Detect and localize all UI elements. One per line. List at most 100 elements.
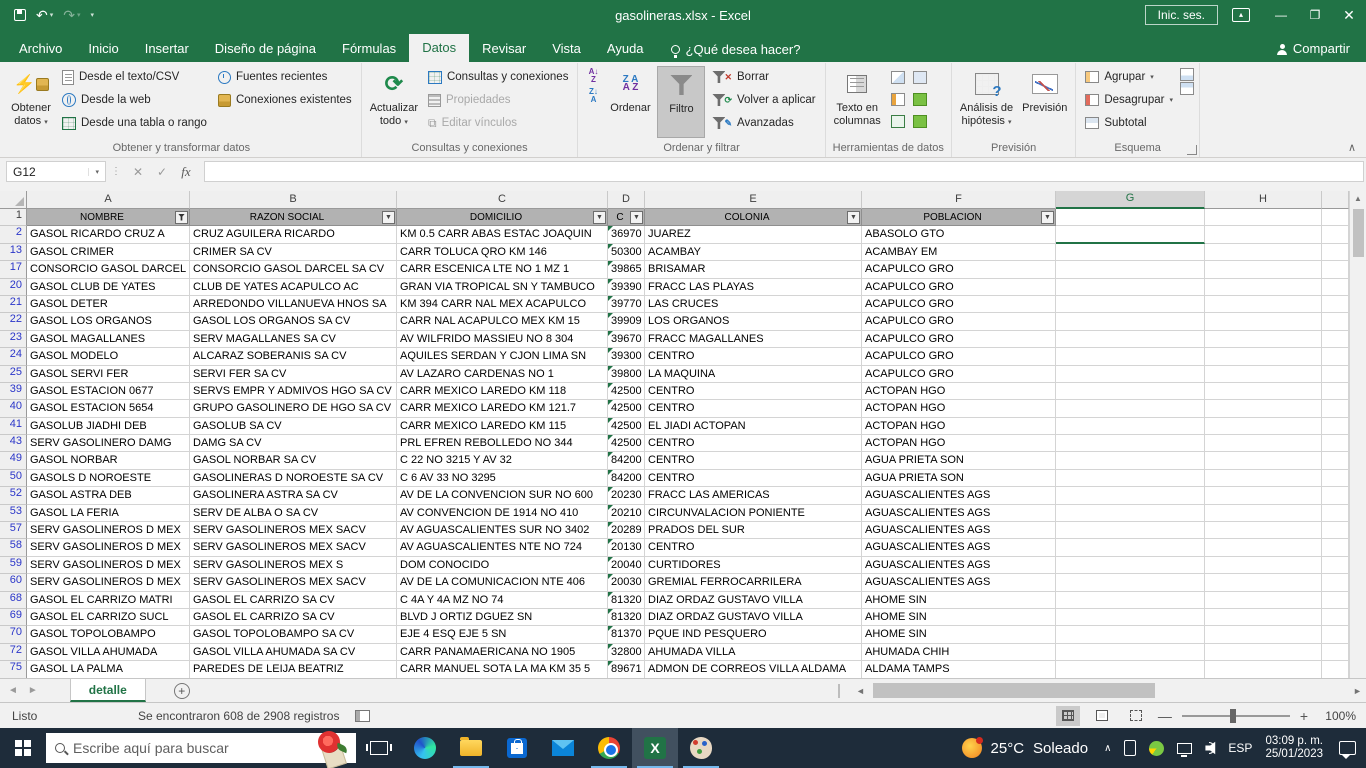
cell[interactable]: SERV GASOLINEROS D MEX [27, 574, 190, 592]
connect-device-icon[interactable] [1124, 740, 1137, 756]
cell[interactable]: GASOL TOPOLOBAMPO SA CV [190, 626, 397, 644]
ungroup-button[interactable]: Desagrupar ▾ [1081, 89, 1177, 111]
filter-dropdown-button[interactable]: ▼ [630, 210, 643, 224]
filter-header-POBLACION[interactable]: POBLACION ▼ [862, 209, 1056, 227]
cell[interactable] [1322, 643, 1349, 662]
cell[interactable]: 42500 [608, 400, 645, 418]
cell[interactable]: 36970 [608, 226, 645, 244]
cell[interactable] [1056, 574, 1205, 592]
cell[interactable]: PAREDES DE LEIJA BEATRIZ [190, 661, 397, 678]
cell[interactable]: GASOL CLUB DE YATES [27, 278, 190, 296]
cell[interactable]: ACAPULCO GRO [862, 313, 1056, 331]
cell[interactable] [1205, 539, 1322, 557]
cell[interactable]: DIAZ ORDAZ GUSTAVO VILLA [645, 608, 862, 627]
column-header-B[interactable]: B [190, 191, 397, 209]
column-header-F[interactable]: F [862, 191, 1056, 209]
from-web-button[interactable]: Desde la web [58, 89, 211, 111]
empty-header-cell[interactable] [1205, 209, 1322, 227]
cell[interactable]: LAS CRUCES [645, 295, 862, 314]
cell[interactable]: AGUASCALIENTES AGS [862, 522, 1056, 540]
tell-me-search[interactable]: ¿Qué desea hacer? [670, 42, 800, 58]
cell[interactable]: CLUB DE YATES ACAPULCO AC [190, 278, 397, 296]
cell[interactable] [1205, 348, 1322, 366]
zoom-slider-thumb[interactable] [1229, 708, 1236, 723]
cell[interactable] [1205, 313, 1322, 331]
cell[interactable]: AV CONVENCION DE 1914 NO 410 [397, 504, 608, 523]
filter-header-COLONIA[interactable]: COLONIA ▼ [645, 209, 862, 227]
chrome-button[interactable] [586, 728, 632, 768]
cell[interactable]: CENTRO [645, 435, 862, 453]
cell[interactable] [1322, 661, 1349, 678]
queries-connections-button[interactable]: Consultas y conexiones [424, 66, 572, 88]
cell[interactable] [1322, 348, 1349, 366]
cell[interactable]: GASOL DETER [27, 295, 190, 314]
cell[interactable] [1205, 261, 1322, 279]
cell[interactable] [1322, 382, 1349, 401]
cell[interactable]: C 6 AV 33 NO 3295 [397, 469, 608, 488]
from-text-csv-button[interactable]: Desde el texto/CSV [58, 66, 211, 88]
edge-button[interactable] [402, 728, 448, 768]
cell[interactable] [1205, 469, 1322, 488]
cell[interactable]: 39909 [608, 313, 645, 331]
cell[interactable] [1322, 522, 1349, 540]
row-header-1[interactable]: 1 [0, 209, 27, 227]
tab-datos[interactable]: Datos [409, 34, 470, 62]
scroll-left-icon[interactable]: ◄ [852, 686, 869, 696]
cell[interactable]: AGUASCALIENTES AGS [862, 487, 1056, 505]
reapply-filter-button[interactable]: ⟳ Volver a aplicar [708, 89, 819, 111]
cell[interactable]: CARR MEXICO LAREDO KM 118 [397, 382, 608, 401]
scroll-right-icon[interactable]: ► [1349, 686, 1366, 696]
row-header-50[interactable]: 50 [0, 469, 27, 488]
cell[interactable] [1205, 330, 1322, 349]
cell[interactable]: 50300 [608, 243, 645, 262]
cell[interactable] [1322, 278, 1349, 296]
cell[interactable] [1205, 295, 1322, 314]
cell[interactable]: AGUA PRIETA SON [862, 452, 1056, 470]
page-layout-view-button[interactable] [1090, 706, 1114, 726]
cell[interactable]: 20210 [608, 504, 645, 523]
sort-button[interactable]: Z AA Z Ordenar [606, 66, 654, 138]
cell[interactable]: ACAPULCO GRO [862, 330, 1056, 349]
cell[interactable]: GASOL VILLA AHUMADA [27, 643, 190, 662]
cell[interactable]: CENTRO [645, 469, 862, 488]
cell[interactable] [1205, 626, 1322, 644]
cell[interactable] [1322, 261, 1349, 279]
cell[interactable]: ADMON DE CORREOS VILLA ALDAMA [645, 661, 862, 678]
cell[interactable] [1205, 574, 1322, 592]
cell[interactable]: GASOL TOPOLOBAMPO [27, 626, 190, 644]
cell[interactable]: ACTOPAN HGO [862, 382, 1056, 401]
row-header-70[interactable]: 70 [0, 626, 27, 644]
cell[interactable] [1056, 504, 1205, 523]
cell[interactable] [1056, 469, 1205, 488]
cell[interactable]: GASOL SERVI FER [27, 365, 190, 383]
cell[interactable]: LOS ORGANOS [645, 313, 862, 331]
filter-dropdown-button[interactable]: ▼ [382, 210, 395, 224]
start-button[interactable] [0, 728, 46, 768]
cell[interactable]: GASOLS D NOROESTE [27, 469, 190, 488]
row-header-40[interactable]: 40 [0, 400, 27, 418]
filter-dropdown-button[interactable]: ▼ [1041, 210, 1054, 224]
advanced-filter-button[interactable]: ✎ Avanzadas [708, 112, 819, 134]
cell[interactable] [1056, 452, 1205, 470]
cell[interactable]: SERV GASOLINEROS D MEX [27, 556, 190, 575]
add-sheet-button[interactable]: + [173, 682, 190, 699]
cell[interactable]: CRUZ AGUILERA RICARDO [190, 226, 397, 244]
cell[interactable] [1322, 313, 1349, 331]
cell[interactable]: 39670 [608, 330, 645, 349]
tab-insertar[interactable]: Insertar [132, 36, 202, 62]
cell[interactable]: ALCARAZ SOBERANIS SA CV [190, 348, 397, 366]
cell[interactable]: ACAPULCO GRO [862, 365, 1056, 383]
cell[interactable]: CARR MANUEL SOTA LA MA KM 35 5 [397, 661, 608, 678]
zoom-level[interactable]: 100% [1318, 709, 1356, 723]
cell[interactable] [1056, 556, 1205, 575]
cell[interactable] [1056, 539, 1205, 557]
get-data-button[interactable]: ⚡ Obtener datos ▾ [7, 66, 55, 138]
row-header-49[interactable]: 49 [0, 452, 27, 470]
horizontal-scroll-thumb[interactable] [873, 683, 1155, 698]
row-header-21[interactable]: 21 [0, 295, 27, 314]
cell[interactable]: SERV GASOLINEROS D MEX [27, 522, 190, 540]
cell[interactable] [1322, 574, 1349, 592]
filter-dropdown-button[interactable]: ▼ [593, 210, 606, 224]
column-header-H[interactable]: H [1205, 191, 1322, 209]
cell[interactable]: GASOLUB JIADHI DEB [27, 417, 190, 436]
